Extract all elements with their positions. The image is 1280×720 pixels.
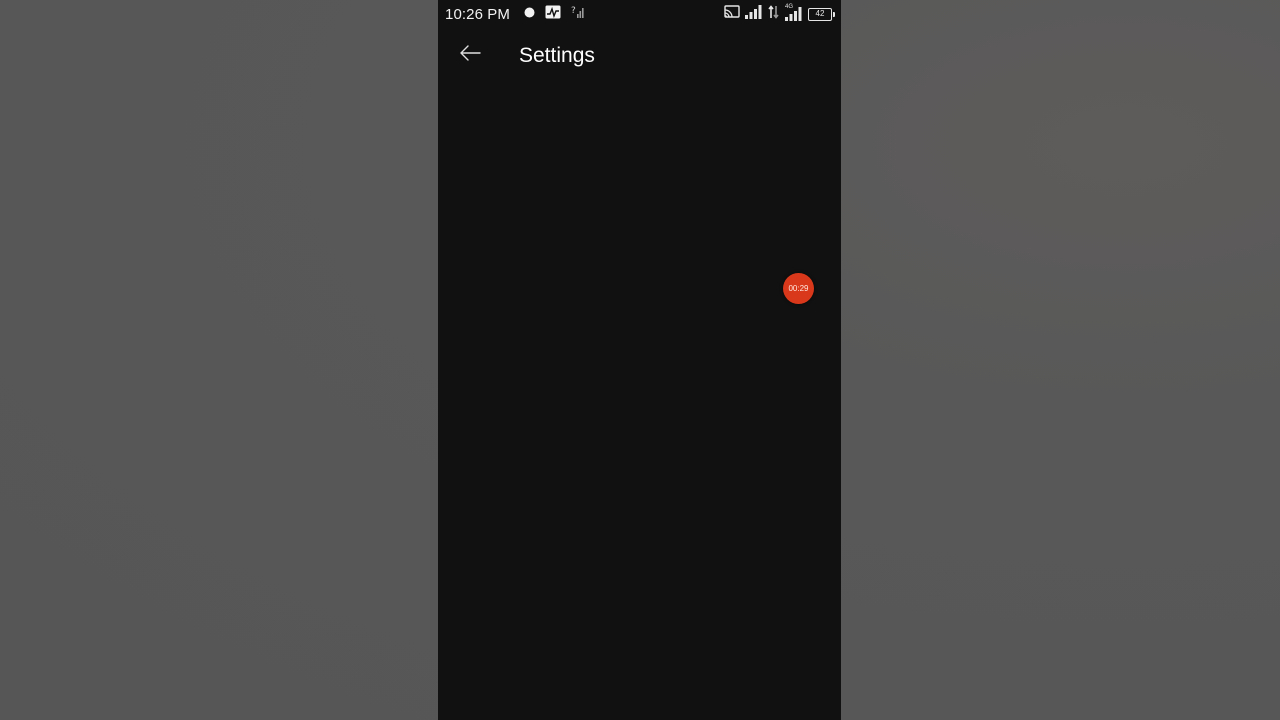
status-time: 10:26 PM [445,6,511,23]
network-type-label: 4G [785,4,794,10]
recording-elapsed-time: 00:29 [788,284,809,293]
status-bar: 10:26 PM ? 4G 42 [438,0,841,28]
screen-recorder-bubble[interactable]: 00:29 [783,273,814,304]
data-arrows-icon [768,4,780,24]
svg-text:?: ? [571,6,576,16]
battery-icon: 42 [808,7,835,21]
signal-bars-icon [745,4,763,24]
battery-level: 42 [815,9,825,18]
status-right-icons: 4G 42 [724,4,835,24]
recording-dot-icon [524,5,535,23]
back-button[interactable] [455,41,485,69]
arrow-left-icon [459,44,481,66]
no-sim-signal-icon: ? [571,5,585,24]
phone-screen: 10:26 PM ? 4G 42 Settings 00:29 [438,0,841,720]
status-left-icons: ? [524,5,585,24]
signal-bars-4g-icon: 4G [785,4,803,21]
page-title: Settings [519,44,595,67]
app-bar: Settings [438,28,841,84]
activity-monitor-icon [545,5,561,24]
screen-cast-icon [724,4,740,24]
